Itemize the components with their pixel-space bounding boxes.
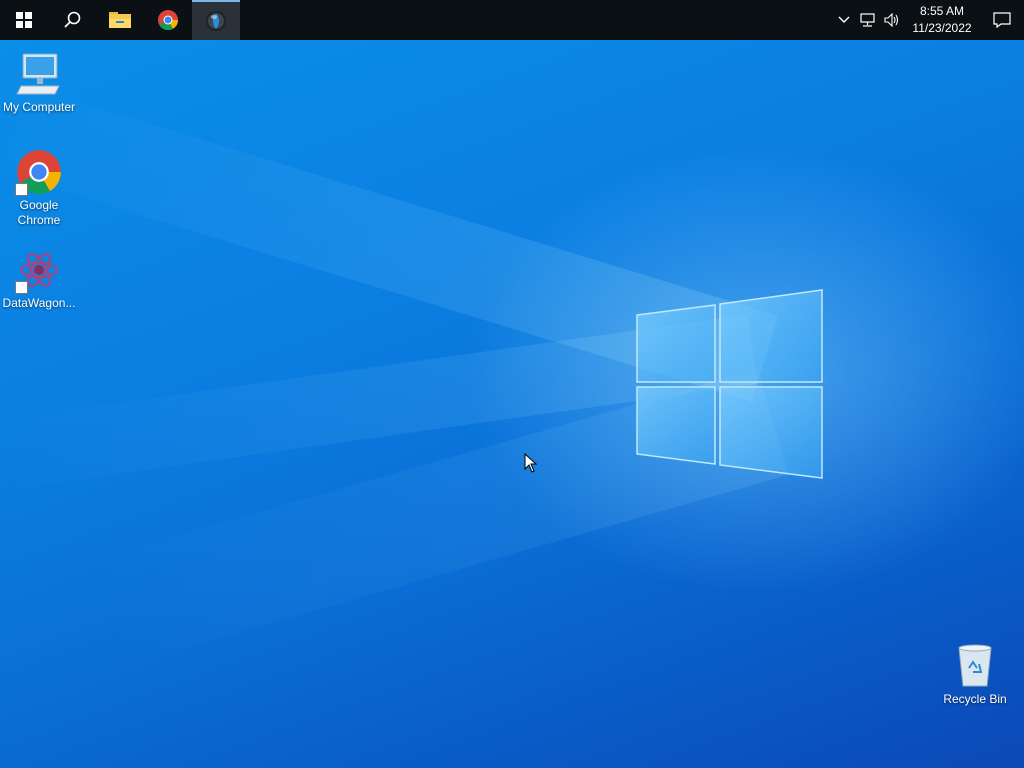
show-hidden-icons-button[interactable] (832, 0, 856, 40)
desktop-icon-label: DataWagon... (2, 296, 76, 310)
desktop-icon-my-computer[interactable]: My Computer (0, 50, 78, 115)
app-sphere-icon (206, 11, 226, 31)
datawagon-icon (15, 246, 63, 294)
chrome-taskbar-button[interactable] (144, 0, 192, 40)
desktop-icon-label: My Computer (2, 100, 76, 114)
chrome-icon (158, 10, 179, 31)
desktop-icon-google-chrome[interactable]: Google Chrome (0, 148, 78, 228)
network-icon (860, 13, 875, 27)
desktop-icon-label-line2: Chrome (17, 213, 61, 227)
taskbar: 8:55 AM 11/23/2022 (0, 0, 1024, 40)
file-explorer-button[interactable] (96, 0, 144, 40)
shortcut-arrow-icon (15, 281, 28, 294)
windows-start-icon (16, 12, 32, 28)
search-button[interactable] (48, 0, 96, 40)
chrome-desktop-icon (15, 148, 63, 196)
computer-icon (15, 50, 63, 98)
chevron-up-icon (838, 16, 850, 23)
windows-logo-wallpaper (636, 289, 823, 479)
app-taskbar-button[interactable] (192, 0, 240, 40)
mouse-cursor-icon (524, 453, 538, 473)
recycle-bin-icon (951, 642, 999, 690)
clock[interactable]: 8:55 AM 11/23/2022 (910, 3, 974, 37)
system-tray: 8:55 AM 11/23/2022 (832, 0, 1024, 40)
desktop-wallpaper[interactable] (0, 40, 1024, 768)
volume-icon (884, 13, 899, 27)
folder-icon (109, 12, 131, 28)
action-center-button[interactable] (980, 0, 1024, 40)
desktop-icon-label-line1: Google (19, 198, 59, 212)
volume-button[interactable] (880, 0, 904, 40)
shortcut-arrow-icon (15, 183, 28, 196)
clock-date: 11/23/2022 (912, 21, 972, 35)
desktop-icon-label: Recycle Bin (943, 692, 1007, 706)
action-center-icon (993, 12, 1011, 28)
search-icon (64, 11, 81, 28)
network-button[interactable] (856, 0, 880, 40)
desktop-icon-datawagon[interactable]: DataWagon... (0, 246, 78, 311)
desktop-icon-recycle-bin[interactable]: Recycle Bin (936, 642, 1014, 707)
start-button[interactable] (0, 0, 48, 40)
clock-time: 8:55 AM (919, 4, 965, 18)
